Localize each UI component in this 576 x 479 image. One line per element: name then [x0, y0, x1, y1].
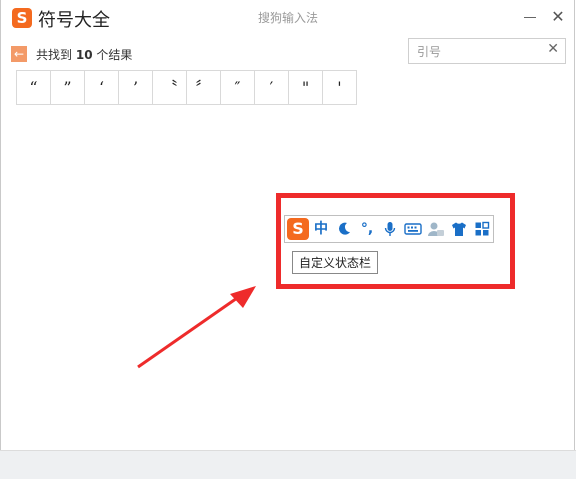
footer-bar: [0, 450, 576, 479]
pointer-arrow-icon: [137, 286, 256, 369]
